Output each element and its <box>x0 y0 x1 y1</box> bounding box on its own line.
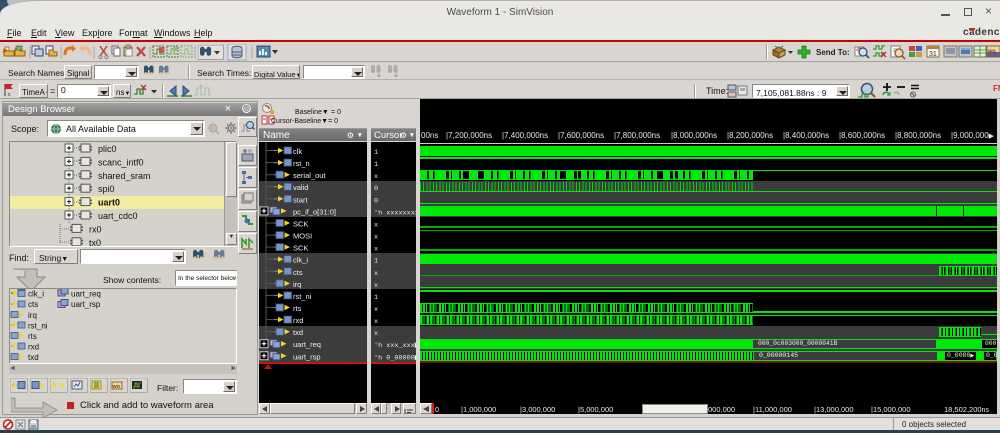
svg-text:cts: cts <box>293 268 303 277</box>
svg-text:plic0: plic0 <box>98 144 117 154</box>
svg-text:rx0: rx0 <box>89 224 102 234</box>
svg-text:x: x <box>374 270 378 278</box>
svg-text:1: 1 <box>374 149 378 157</box>
svg-text:SCK: SCK <box>293 244 308 253</box>
svg-text:clk: clk <box>293 147 302 156</box>
svg-text:'h xxx_xxx▶: 'h xxx_xxx▶ <box>374 342 416 350</box>
svg-text:shared_sram: shared_sram <box>98 171 151 181</box>
svg-text:SCK: SCK <box>293 220 308 229</box>
svg-text:x: x <box>374 282 378 290</box>
svg-text:uart_rsp: uart_rsp <box>71 300 101 309</box>
svg-text:1: 1 <box>374 258 378 266</box>
svg-text:wo: wo <box>112 384 121 390</box>
svg-text:x: x <box>8 92 11 98</box>
svg-text:rst_n: rst_n <box>293 159 310 168</box>
svg-text:x: x <box>374 246 378 254</box>
svg-text:serial_out: serial_out <box>293 171 326 180</box>
svg-text:clk_i: clk_i <box>28 290 44 299</box>
svg-text:uart_req: uart_req <box>71 290 101 299</box>
svg-text:irq: irq <box>293 280 301 289</box>
svg-text:rst_ni: rst_ni <box>293 292 312 301</box>
svg-text:spi0: spi0 <box>98 184 115 194</box>
svg-text:0: 0 <box>374 197 378 205</box>
svg-text:pc_if_o[31:0]: pc_if_o[31:0] <box>293 207 336 216</box>
svg-text:x: x <box>374 318 378 326</box>
svg-text:x: x <box>374 173 378 181</box>
svg-text:clk_i: clk_i <box>293 256 308 265</box>
svg-text:0: 0 <box>374 185 378 193</box>
svg-text:uart_req: uart_req <box>293 340 321 349</box>
svg-text:x: x <box>374 330 378 338</box>
svg-text:txd: txd <box>293 328 303 337</box>
svg-text:start: start <box>293 195 309 204</box>
svg-text:31: 31 <box>929 51 937 58</box>
svg-text:cts: cts <box>28 300 38 309</box>
svg-text:wo: wo <box>987 49 996 55</box>
svg-text:uart_cdc0: uart_cdc0 <box>98 211 138 221</box>
svg-text:Send To:: Send To: <box>816 48 850 57</box>
svg-text:uart0: uart0 <box>98 198 120 208</box>
svg-text:rxd: rxd <box>293 316 303 325</box>
svg-text:scanc_intf0: scanc_intf0 <box>98 157 144 167</box>
svg-text:x: x <box>374 306 378 314</box>
svg-text:x: x <box>374 234 378 242</box>
svg-text:1: 1 <box>374 294 378 302</box>
svg-text:irq: irq <box>28 311 37 320</box>
svg-text:rts: rts <box>293 304 302 313</box>
svg-text:MOSI: MOSI <box>293 232 312 241</box>
svg-text:rst_ni: rst_ni <box>28 322 48 331</box>
svg-text:rxd: rxd <box>28 343 39 352</box>
svg-text:tx0: tx0 <box>89 238 101 246</box>
svg-text:uart_rsp: uart_rsp <box>293 352 321 361</box>
svg-text:1: 1 <box>374 161 378 169</box>
svg-text:valid: valid <box>293 183 308 192</box>
svg-text:txd: txd <box>28 353 39 362</box>
svg-text:rts: rts <box>28 332 37 341</box>
svg-text:x: x <box>374 222 378 230</box>
svg-text:'h xxxxxxxx: 'h xxxxxxxx <box>374 209 416 217</box>
svg-text:FM: FM <box>993 84 1000 93</box>
